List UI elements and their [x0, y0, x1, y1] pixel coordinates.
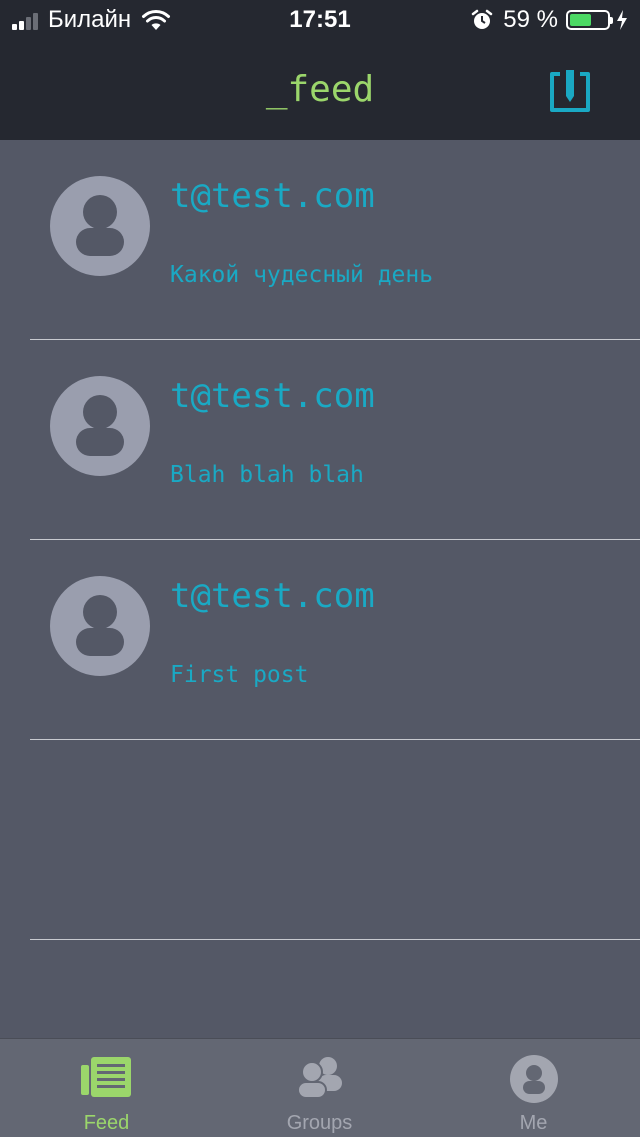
newspaper-icon	[80, 1057, 131, 1097]
status-left: Билайн	[12, 6, 171, 34]
wifi-icon	[142, 9, 171, 30]
status-bar: Билайн 17:51 59 %	[0, 0, 640, 40]
avatar-icon	[50, 576, 150, 676]
tab-feed[interactable]: Feed	[0, 1039, 213, 1137]
battery-percent: 59 %	[503, 6, 558, 33]
tab-label: Feed	[83, 1112, 130, 1134]
status-right: 59 %	[471, 6, 628, 34]
battery-fill	[570, 14, 591, 26]
post-item[interactable]: t@test.com First post	[0, 540, 640, 740]
post-item[interactable]: t@test.com Какой чудесный день	[0, 140, 640, 340]
group-icon	[296, 1057, 342, 1099]
post-author[interactable]: t@test.com	[170, 576, 375, 616]
avatar-icon	[50, 376, 150, 476]
signal-icon	[12, 10, 40, 30]
post-text: Blah blah blah	[170, 462, 364, 488]
tab-groups[interactable]: Groups	[213, 1039, 426, 1137]
post-author[interactable]: t@test.com	[170, 376, 375, 416]
charging-icon	[617, 10, 627, 30]
post-text: Какой чудесный день	[170, 262, 434, 288]
divider	[30, 939, 640, 940]
carrier-name: Билайн	[48, 6, 132, 33]
compose-button[interactable]	[546, 66, 594, 116]
avatar-icon	[50, 176, 150, 276]
post-author[interactable]: t@test.com	[170, 176, 375, 216]
divider	[30, 739, 640, 740]
feed-list: t@test.com Какой чудесный день t@test.co…	[0, 140, 640, 1038]
tab-bar: Feed Groups Me	[0, 1038, 640, 1137]
battery-icon	[566, 10, 613, 30]
tab-me[interactable]: Me	[427, 1039, 640, 1137]
post-item[interactable]: t@test.com Blah blah blah	[0, 340, 640, 540]
user-icon	[509, 1055, 558, 1103]
page-title: _feed	[265, 69, 375, 110]
tab-label: Me	[519, 1112, 548, 1134]
nav-bar: _feed	[0, 40, 640, 140]
alarm-icon	[472, 9, 493, 29]
tab-label: Groups	[286, 1112, 353, 1134]
post-text: First post	[170, 662, 309, 688]
